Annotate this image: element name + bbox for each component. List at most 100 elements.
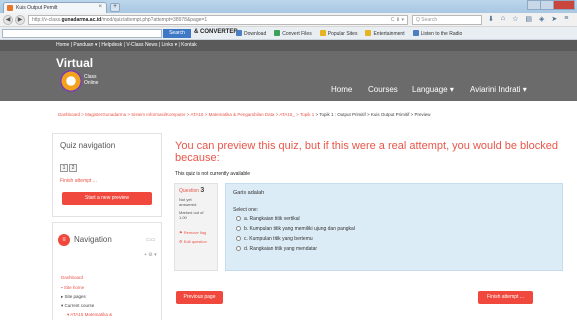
breadcrumb-links[interactable]: Dashboard > MagisterGunadarma > Sistem I…: [58, 112, 314, 117]
finish-attempt-button[interactable]: Finish attempt ...: [478, 291, 533, 304]
toolbar-item-icon: [319, 30, 326, 36]
url-input[interactable]: http://v-class.gunadarma.ac.id/mod/quiz/…: [28, 15, 408, 25]
question-nav-button-2[interactable]: 2: [69, 164, 77, 172]
url-prefix: http://v-class.: [32, 17, 62, 23]
toolbar-item-icon: [412, 30, 419, 36]
toolbar-search-input[interactable]: [2, 29, 162, 38]
preview-warning: You can preview this quiz, but if this w…: [175, 140, 558, 164]
toolbar-item-label: Convert Files: [282, 31, 312, 37]
question-info-panel: Question 3 Not yet answered Marked out o…: [174, 183, 218, 271]
toolbar-item-label: Popular Sites: [327, 31, 358, 37]
url-path: /mod/quiz/attempt.php?attempt=38978&page…: [101, 17, 208, 23]
finish-attempt-link[interactable]: Finish attempt ...: [60, 178, 97, 184]
quiz-navigation-block: Quiz navigation 1 2 Finish attempt ... S…: [52, 133, 162, 217]
radio-button[interactable]: [236, 236, 241, 241]
question-text: Garis adalah: [233, 190, 265, 196]
nav-tree-current-course[interactable]: ▾ Current course: [61, 303, 94, 309]
navigation-menu-icon: ≡: [58, 234, 70, 246]
edit-question-link[interactable]: ⚙ Edit question: [179, 239, 207, 244]
toolbar-item-icon: [365, 30, 372, 36]
logo-subtitle: Class Online: [84, 74, 98, 86]
answer-option-c[interactable]: c. Kumpulan titik yang bertemu: [236, 236, 313, 242]
url-controls[interactable]: C ⬇ ▾: [391, 17, 404, 23]
back-arrow-icon[interactable]: ◀: [3, 15, 13, 25]
breadcrumb-current: > Topik 1 : Output Primitif > Kuis Outpu…: [314, 112, 431, 117]
question-marks: Marked out of 1.00: [179, 210, 204, 220]
start-new-preview-button[interactable]: Start a new preview: [62, 192, 152, 205]
addon-toolbar: Search & CONVERTER Download Convert Files…: [0, 27, 577, 40]
new-tab-button[interactable]: +: [110, 3, 120, 12]
toolbar-item[interactable]: Convert Files: [274, 30, 312, 37]
maximize-button[interactable]: [540, 0, 554, 10]
site-top-menu[interactable]: Home | Panduan ▾ | Helpdesk | V-Class Ne…: [0, 40, 577, 51]
window-close-button[interactable]: [553, 0, 575, 10]
toolbar-item[interactable]: Download: [236, 30, 266, 37]
nav-tree-site-home[interactable]: ▪ Site home: [61, 285, 84, 290]
dock-block-icon[interactable]: ▭▭: [146, 237, 155, 243]
browser-tab-bar: Kuis Output Pemilt × +: [0, 0, 577, 13]
answer-option-d[interactable]: d. Rangkaian titik yang mendatar: [236, 246, 317, 252]
toolbar-item-icon: [274, 30, 281, 36]
answer-option-b[interactable]: b. Kumpulan titik yang memiliki ujung da…: [236, 226, 355, 232]
browser-search-input[interactable]: Q Search: [412, 15, 482, 25]
forward-arrow-icon[interactable]: ▶: [15, 15, 25, 25]
tab-title: Kuis Output Pemilt: [16, 5, 58, 11]
radio-button[interactable]: [236, 246, 241, 251]
home-icon[interactable]: ⌂: [501, 15, 505, 23]
flag-icon: ⚑: [179, 230, 183, 235]
navigation-block: ≡ Navigation ▭▭ + ⚙ ▾ Dashboard ▪ Site h…: [52, 222, 162, 320]
library-icon[interactable]: ▤: [525, 15, 532, 23]
download-icon[interactable]: ⬇: [488, 15, 494, 23]
gear-icon: ⚙: [179, 239, 183, 244]
toolbar-item-label: Entertainment: [373, 31, 405, 37]
breadcrumb: Dashboard > MagisterGunadarma > Sistem I…: [58, 112, 558, 117]
answer-option-a[interactable]: a. Rangkaian titik vertikal: [236, 216, 300, 222]
question-nav-button-1[interactable]: 1: [60, 164, 68, 172]
toolbar-item[interactable]: Entertainment: [365, 30, 405, 37]
bookmark-star-icon[interactable]: ☆: [512, 15, 518, 23]
moodle-favicon-icon: [7, 5, 13, 11]
previous-page-button[interactable]: Previous page: [176, 291, 223, 304]
virtual-class-logo[interactable]: Virtual Class Online: [56, 56, 126, 96]
site-header: Virtual Class Online Home Courses Langua…: [0, 51, 577, 101]
radio-button[interactable]: [236, 226, 241, 231]
remove-flag-link[interactable]: ⚑ Remove flag: [179, 230, 206, 235]
nav-language[interactable]: Language ▾: [412, 85, 454, 94]
url-domain: gunadarma.ac.id: [61, 17, 102, 23]
toolbar-item-label: Download: [244, 31, 267, 37]
minimize-button[interactable]: [527, 0, 541, 10]
browser-nav-bar: ◀ ▶ http://v-class.gunadarma.ac.id/mod/q…: [0, 13, 577, 27]
select-one-label: Select one:: [233, 207, 259, 213]
nav-user-menu[interactable]: Aviarini Indrati ▾: [470, 85, 527, 94]
browser-tab[interactable]: Kuis Output Pemilt ×: [3, 2, 107, 13]
send-icon[interactable]: ➤: [551, 15, 557, 23]
toolbar-items: Download Convert Files Popular Sites Entert…: [236, 30, 462, 37]
question-content-box: Garis adalah Select one: a. Rangkaian ti…: [225, 183, 563, 271]
shield-icon[interactable]: ◈: [539, 15, 544, 23]
nav-tree-dashboard[interactable]: Dashboard: [61, 275, 83, 280]
nav-tree-site-pages[interactable]: ▸ Site pages: [61, 294, 86, 300]
toolbar-item-label: Listen to the Radio: [420, 31, 463, 37]
question-status: Not yet answered: [179, 197, 197, 207]
logo-sub-online: Online: [84, 80, 99, 86]
quiz-navigation-title: Quiz navigation: [60, 141, 116, 150]
navigation-title: Navigation: [74, 235, 112, 244]
block-actions-icon[interactable]: + ⚙ ▾: [144, 252, 157, 258]
converter-logo: & CONVERTER: [194, 29, 238, 35]
question-number: Question 3: [179, 187, 205, 194]
nav-home[interactable]: Home: [331, 85, 352, 94]
nav-courses[interactable]: Courses: [368, 85, 398, 94]
toolbar-search-button[interactable]: Search: [163, 29, 191, 38]
toolbar-item[interactable]: Popular Sites: [319, 30, 358, 37]
radio-button[interactable]: [236, 216, 241, 221]
menu-icon[interactable]: ≡: [564, 15, 568, 23]
logo-word: Virtual: [56, 56, 94, 70]
toolbar-item-icon: [236, 30, 242, 36]
tab-close-icon[interactable]: ×: [98, 4, 102, 10]
toolbar-item[interactable]: Listen to the Radio: [412, 30, 463, 37]
nav-tree-course-item[interactable]: ▾ ATA15 Matematika &: [67, 312, 112, 318]
logo-disc-icon: [60, 70, 82, 92]
not-available-notice: This quiz is not currently available: [175, 171, 251, 177]
browser-toolbar-icons: ⬇ ⌂ ☆ ▤ ◈ ➤ ≡: [488, 15, 568, 23]
window-controls: [527, 0, 575, 10]
